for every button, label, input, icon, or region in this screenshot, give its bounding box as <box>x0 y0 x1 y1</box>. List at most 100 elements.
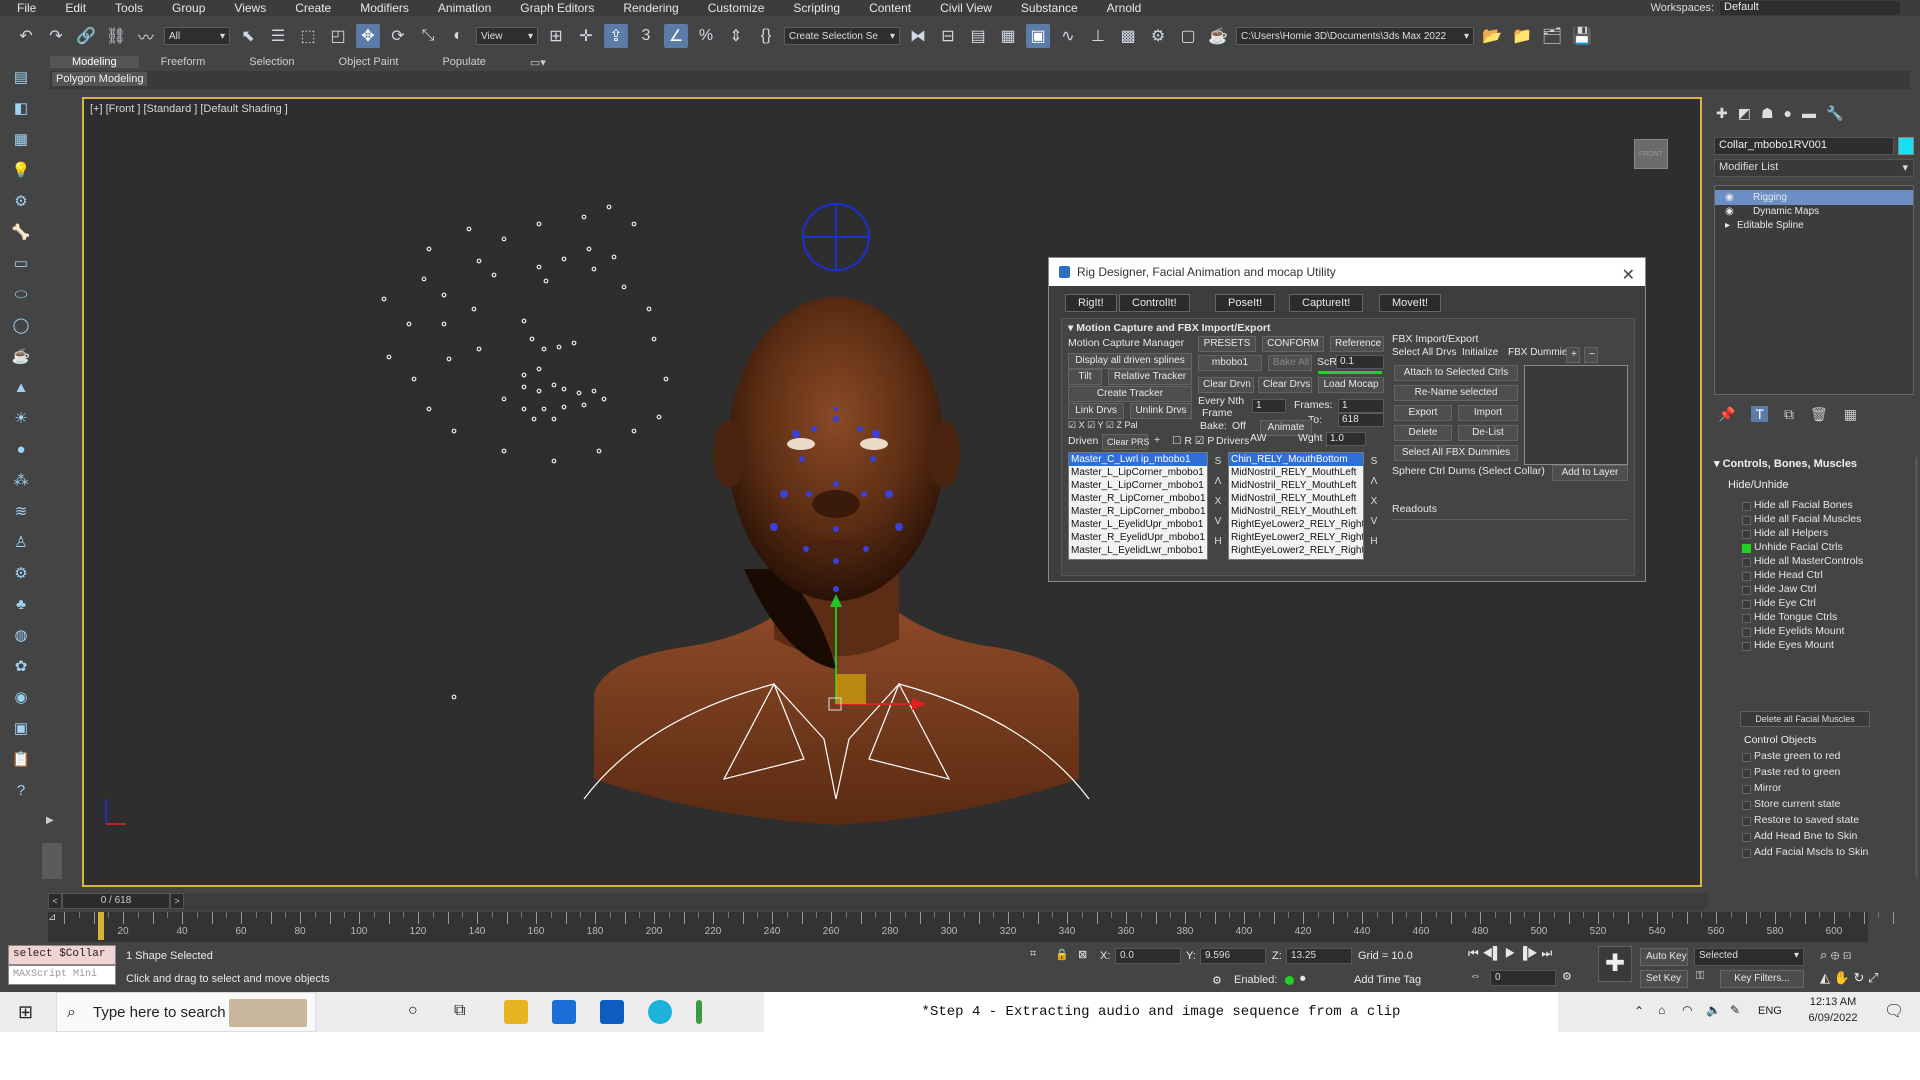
maxscript-output[interactable]: MAXScript Mini <box>8 965 116 985</box>
list-item[interactable]: Master_L_EyelidLwr_mbobo1 <box>1069 544 1207 557</box>
clock-time[interactable]: 12:13 AM <box>1798 996 1868 1008</box>
eye-icon[interactable]: ◉ <box>1725 190 1734 205</box>
make-unique-icon[interactable]: ⧉ <box>1784 406 1794 423</box>
angle-snap-icon[interactable]: ∠ <box>664 24 688 48</box>
to-spinner[interactable]: 618 <box>1338 413 1384 427</box>
field-of-view-icon[interactable]: ◭ <box>1820 970 1830 985</box>
ribbon-tab-modeling[interactable]: Modeling <box>50 56 139 68</box>
select-by-name-icon[interactable]: ☰ <box>266 24 290 48</box>
time-tag-icon[interactable]: ⏺ <box>1300 973 1306 986</box>
list-item[interactable]: Master_L_LipCorner_mbobo1 <box>1069 479 1207 492</box>
panel-scrollbar[interactable] <box>1915 457 1918 877</box>
frames-spinner[interactable]: 1 <box>1338 399 1384 413</box>
driven-list[interactable]: Master_C_Lwrl ip_mbobo1 Master_L_LipCorne… <box>1068 452 1208 560</box>
ribbon-options-icon[interactable]: ▭▾ <box>508 56 568 69</box>
bake-value[interactable]: Off <box>1232 420 1246 432</box>
snap-toggle-icon[interactable]: 3 <box>634 24 658 48</box>
modify-tab-icon[interactable]: ◩ <box>1738 105 1751 125</box>
checkbox[interactable] <box>1742 530 1751 539</box>
checkbox[interactable] <box>1742 817 1751 826</box>
checkbox[interactable] <box>1742 801 1751 810</box>
curve-editor-icon[interactable]: ∿ <box>1056 24 1080 48</box>
checkbox[interactable] <box>1742 849 1751 858</box>
list-item[interactable]: RightEyeLower2_RELY_Right <box>1229 544 1363 557</box>
clock-date[interactable]: 6/09/2022 <box>1798 1012 1868 1024</box>
clear-drvs-button[interactable]: Clear Drvs <box>1258 377 1312 393</box>
display-tab-icon[interactable]: ▬ <box>1802 105 1816 125</box>
menu-tools[interactable]: Tools <box>98 1 155 15</box>
project-set-icon[interactable]: 🗂 <box>1540 24 1564 48</box>
reference-button[interactable]: Reference <box>1330 336 1384 352</box>
menu-civil-view[interactable]: Civil View <box>923 1 1004 15</box>
cortana-icon[interactable]: ○ <box>408 1002 418 1020</box>
render-production-icon[interactable]: ☕ <box>1206 24 1230 48</box>
workspace-value[interactable]: Default <box>1720 1 1900 15</box>
rename-selected-button[interactable]: Re-Name selected <box>1394 385 1518 401</box>
material-icon[interactable]: ● <box>10 438 32 460</box>
zoom-all-icon[interactable]: ⊕ <box>1831 947 1839 962</box>
helper-icon[interactable]: ⚙ <box>10 190 32 212</box>
unlink-drvs-button[interactable]: Unlink Drvs <box>1130 403 1192 419</box>
menu-substance[interactable]: Substance <box>1004 1 1090 15</box>
list-item[interactable]: MidNostril_RELY_MouthLeft <box>1229 492 1363 505</box>
list-item[interactable]: MidNostril_RELY_MouthLeft <box>1229 466 1363 479</box>
play-icon[interactable]: ▶ <box>1505 946 1516 960</box>
z-coord-field[interactable]: 13.25 <box>1286 948 1352 964</box>
redo-icon[interactable]: ↷ <box>44 24 68 48</box>
key-filters-button[interactable]: Key Filters... <box>1720 970 1804 988</box>
layer-explorer-icon[interactable]: ▤ <box>966 24 990 48</box>
notification-icon[interactable]: 🗨 <box>1884 1001 1904 1021</box>
modifier-list-dropdown[interactable]: Modifier List ▾ <box>1714 159 1914 177</box>
delete-facial-muscles-button[interactable]: Delete all Facial Muscles <box>1740 711 1870 727</box>
prev-frame-arrow-icon[interactable]: < <box>48 893 62 909</box>
wifi-icon[interactable]: ◠ <box>1682 1003 1692 1017</box>
motion-tab-icon[interactable]: ● <box>1784 105 1792 125</box>
hide-item-label[interactable]: Hide Eye Ctrl <box>1754 597 1816 609</box>
menu-create[interactable]: Create <box>278 1 343 15</box>
camera-icon[interactable]: ◉ <box>10 686 32 708</box>
ribbon-polygon-modeling[interactable]: Polygon Modeling <box>52 72 148 86</box>
list-item[interactable]: Master_R_LipCorner_mbobo1 <box>1069 492 1207 505</box>
particle-icon[interactable]: ⁂ <box>10 469 32 491</box>
task-view-icon[interactable]: ⧉ <box>454 1002 465 1020</box>
cone-icon[interactable]: ▲ <box>10 376 32 398</box>
add-to-layer-button[interactable]: Add to Layer <box>1552 465 1628 481</box>
dialog-title-bar[interactable]: Rig Designer, Facial Animation and mocap… <box>1049 258 1645 286</box>
relative-tracker-button[interactable]: Relative Tracker <box>1108 369 1192 385</box>
zoom-extents-icon[interactable]: ⊡ <box>1843 947 1851 962</box>
list-control-icon[interactable]: Λ <box>1212 472 1224 492</box>
export-button[interactable]: Export <box>1394 405 1452 421</box>
delist-button[interactable]: De-List <box>1458 425 1518 441</box>
list-item[interactable]: Master_L_EyelidUpr_mbobo1 <box>1069 518 1207 531</box>
link-icon[interactable]: 🔗 <box>74 24 98 48</box>
list-item[interactable]: RightEyeLower2_RELY_Right <box>1229 518 1363 531</box>
select-manipulate-icon[interactable]: ✛ <box>574 24 598 48</box>
import-button[interactable]: Import <box>1458 405 1518 421</box>
eye-icon[interactable]: ◉ <box>1725 204 1734 219</box>
add-time-tag[interactable]: Add Time Tag <box>1354 974 1421 986</box>
remove-modifier-icon[interactable]: 🗑 <box>1810 406 1828 423</box>
menu-content[interactable]: Content <box>852 1 923 15</box>
hide-item-label[interactable]: Hide all Helpers <box>1754 527 1828 539</box>
next-frame-arrow-icon[interactable]: > <box>170 893 184 909</box>
control-item-label[interactable]: Mirror <box>1754 782 1781 794</box>
control-item-label[interactable]: Paste green to red <box>1754 750 1840 762</box>
track-bar[interactable]: ⊿ 20 40 60 80 100 120 140 160 180 200 220 240 260 280… <box>48 912 1894 942</box>
film-icon[interactable]: ▣ <box>10 717 32 739</box>
mbobo-button[interactable]: mbobo1 <box>1198 355 1262 371</box>
create-tracker-button[interactable]: Create Tracker <box>1068 386 1192 402</box>
checkbox[interactable] <box>1742 785 1751 794</box>
list-item[interactable]: MidNostril_RELY_MouthLeft <box>1229 479 1363 492</box>
scene-explorer-icon[interactable]: ▤ <box>10 66 32 88</box>
stack-item[interactable]: ◉ Dynamic Maps <box>1715 204 1913 219</box>
key-mode-icon[interactable]: ⇔ <box>1470 970 1481 982</box>
x-coord-field[interactable]: 0.0 <box>1115 948 1181 964</box>
taskbar-document-title[interactable]: *Step 4 - Extracting audio and image seq… <box>764 992 1558 1032</box>
time-slider-thumb[interactable]: 0 / 618 <box>62 893 170 909</box>
rendered-frame-icon[interactable]: ▢ <box>1176 24 1200 48</box>
menu-graph-editors[interactable]: Graph Editors <box>503 1 606 15</box>
percent-snap-icon[interactable]: % <box>694 24 718 48</box>
list-control-icon[interactable]: V <box>1212 512 1224 532</box>
next-key-icon[interactable]: ▐▶ <box>1519 946 1538 960</box>
checkbox[interactable] <box>1742 558 1751 567</box>
